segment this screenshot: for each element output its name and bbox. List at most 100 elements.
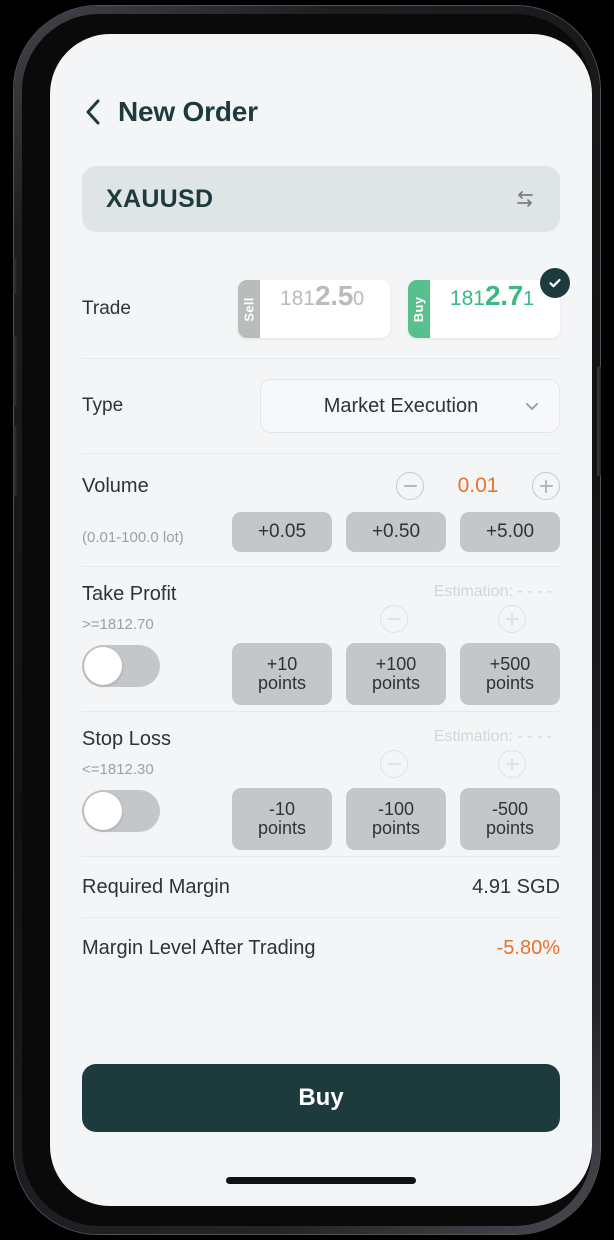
order-type-value: Market Execution (323, 394, 479, 417)
symbol-selector[interactable]: XAUUSD (82, 166, 560, 232)
screen-header: New Order (82, 34, 560, 136)
buy-price-main: 2.7 (484, 280, 523, 311)
buy-price-prefix: 181 (449, 287, 485, 310)
stop-loss-label: Stop Loss (82, 728, 171, 750)
volume-plus-button[interactable] (532, 472, 560, 500)
buy-button[interactable]: Buy (82, 1064, 560, 1132)
cta-container: Buy (82, 1064, 560, 1132)
volume-label: Volume (82, 474, 149, 497)
take-profit-chip[interactable]: +500 points (460, 643, 560, 705)
take-profit-toggle[interactable] (82, 645, 160, 687)
volume-range-hint: (0.01-100.0 lot) (82, 528, 184, 546)
take-profit-estimation: Estimation: - - - - (433, 583, 552, 600)
buy-tab-label: Buy (411, 296, 427, 322)
stop-loss-plus-button[interactable] (498, 750, 526, 778)
volume-chips-row: (0.01-100.0 lot) +0.05 +0.50 +5.00 (82, 512, 560, 552)
volume-minus-button[interactable] (396, 472, 424, 500)
chevron-left-icon[interactable] (82, 97, 104, 127)
minus-circle-icon (387, 763, 401, 765)
stop-loss-estimation: Estimation: - - - - (433, 728, 552, 745)
trade-label: Trade (82, 298, 131, 319)
stop-loss-toggle-knob (84, 792, 122, 830)
take-profit-chip-unit: points (485, 673, 535, 693)
take-profit-condition: >=1812.70 (82, 616, 154, 633)
buy-price-suffix: 1 (522, 288, 535, 310)
take-profit-section: Take Profit >=1812.70 Estimation: - - - … (82, 567, 560, 711)
summary-row-required-margin: Required Margin 4.91 SGD (82, 857, 560, 917)
take-profit-toggle-knob (84, 647, 122, 685)
type-row: Type Market Execution (82, 359, 560, 453)
sell-tab: Sell (238, 280, 260, 338)
stop-loss-minus-button[interactable] (380, 750, 408, 778)
page-title: New Order (118, 96, 258, 127)
stop-loss-chip-amount: -100 (377, 799, 415, 820)
stop-loss-right: Estimation: - - - - -10 points -100 poin… (232, 728, 560, 850)
volume-chip[interactable]: +0.05 (232, 512, 332, 552)
stop-loss-content: Stop Loss <=1812.30 Estimation: - - - - (82, 728, 560, 850)
new-order-screen: New Order XAUUSD Trade Sell 181 2.5 0 Bu… (50, 34, 592, 1206)
buy-quote-button[interactable]: Buy 181 2.7 1 (408, 268, 570, 338)
sell-tab-label: Sell (241, 296, 257, 322)
sell-price: 181 2.5 0 (260, 280, 390, 338)
volume-stepper: 0.01 (396, 472, 560, 500)
take-profit-chip-amount: +10 (266, 654, 298, 675)
take-profit-chip-unit: points (371, 673, 421, 693)
take-profit-chip[interactable]: +100 points (346, 643, 446, 705)
summary-label: Required Margin (82, 875, 230, 898)
chevron-down-icon[interactable] (523, 397, 541, 415)
volume-up-button[interactable] (13, 336, 17, 406)
take-profit-chip-unit: points (257, 673, 307, 693)
volume-down-button[interactable] (13, 426, 17, 496)
stop-loss-chip[interactable]: -100 points (346, 788, 446, 850)
minus-circle-icon (403, 485, 417, 487)
trade-row: Trade Sell 181 2.5 0 Buy 181 2.7 1 (82, 260, 570, 358)
plus-circle-icon-v (511, 757, 513, 771)
summary-label: Margin Level After Trading (82, 936, 316, 959)
plus-circle-icon-v (545, 479, 547, 493)
type-label: Type (82, 395, 124, 416)
summary-row-margin-level: Margin Level After Trading -5.80% (82, 918, 560, 978)
power-button[interactable] (597, 366, 601, 476)
take-profit-chip-group: +10 points +100 points +500 points (232, 643, 560, 705)
take-profit-plus-button[interactable] (498, 605, 526, 633)
stop-loss-chip-amount: -10 (268, 799, 295, 820)
stop-loss-toggle[interactable] (82, 790, 160, 832)
volume-chip[interactable]: +5.00 (460, 512, 560, 552)
buy-tab: Buy (408, 280, 430, 338)
plus-circle-icon-v (511, 612, 513, 626)
stop-loss-stepper (380, 750, 526, 778)
take-profit-minus-button[interactable] (380, 605, 408, 633)
stop-loss-section: Stop Loss <=1812.30 Estimation: - - - - (82, 712, 560, 856)
stop-loss-chip[interactable]: -500 points (460, 788, 560, 850)
take-profit-content: Take Profit >=1812.70 Estimation: - - - … (82, 583, 560, 705)
stop-loss-chip-group: -10 points -100 points -500 points (232, 788, 560, 850)
sell-price-prefix: 181 (279, 287, 315, 310)
volume-chip-group: +0.05 +0.50 +5.00 (232, 512, 560, 552)
stop-loss-chip-amount: -500 (491, 799, 529, 820)
silent-switch[interactable] (13, 258, 17, 294)
take-profit-right: Estimation: - - - - +10 points +100 poin… (232, 583, 560, 705)
stop-loss-chip[interactable]: -10 points (232, 788, 332, 850)
sell-quote-button[interactable]: Sell 181 2.5 0 (238, 280, 390, 338)
check-circle-icon (540, 268, 570, 298)
take-profit-chip[interactable]: +10 points (232, 643, 332, 705)
symbol-name: XAUUSD (106, 184, 214, 213)
volume-chip[interactable]: +0.50 (346, 512, 446, 552)
stop-loss-condition: <=1812.30 (82, 761, 154, 778)
order-type-select[interactable]: Market Execution (260, 379, 560, 433)
sell-price-main: 2.5 (314, 280, 353, 311)
phone-frame: New Order XAUUSD Trade Sell 181 2.5 0 Bu… (13, 6, 601, 1234)
take-profit-stepper (380, 605, 526, 633)
stop-loss-left: Stop Loss <=1812.30 (82, 728, 232, 832)
quote-group: Sell 181 2.5 0 Buy 181 2.7 1 (238, 268, 570, 338)
volume-head: Volume 0.01 (82, 472, 560, 500)
stop-loss-chip-unit: points (371, 818, 421, 838)
volume-value[interactable]: 0.01 (450, 474, 506, 498)
summary-value: -5.80% (496, 936, 560, 959)
home-indicator[interactable] (226, 1177, 416, 1184)
stop-loss-chip-unit: points (257, 818, 307, 838)
take-profit-label: Take Profit (82, 583, 177, 605)
swap-arrows-icon[interactable] (514, 188, 536, 210)
take-profit-chip-amount: +100 (375, 654, 417, 675)
take-profit-left: Take Profit >=1812.70 (82, 583, 232, 687)
